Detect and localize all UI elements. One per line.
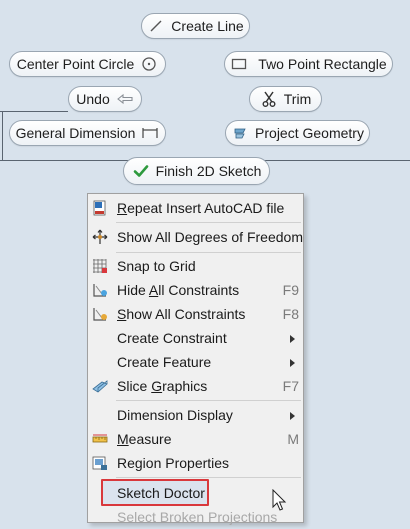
slice-graphics-icon xyxy=(92,378,108,394)
menu-label: Sketch Doctor xyxy=(117,485,205,501)
region-properties-icon xyxy=(92,455,108,471)
measure-ruler-icon xyxy=(92,431,108,447)
finish-2d-sketch-label: Finish 2D Sketch xyxy=(155,163,262,179)
submenu-arrow-icon xyxy=(290,359,295,367)
menu-separator xyxy=(116,252,301,253)
hide-constraints-icon xyxy=(92,282,108,298)
rectangle-icon xyxy=(230,55,248,73)
center-point-circle-label: Center Point Circle xyxy=(16,56,135,72)
general-dimension-button[interactable]: General Dimension xyxy=(9,120,166,146)
two-point-rectangle-label: Two Point Rectangle xyxy=(258,56,387,72)
menu-item-region-properties[interactable]: Region Properties xyxy=(88,451,303,475)
line-icon xyxy=(147,17,165,35)
degrees-of-freedom-icon xyxy=(92,229,108,245)
create-line-button[interactable]: Create Line xyxy=(141,13,250,39)
shortcut-label: F7 xyxy=(282,378,299,394)
scissors-icon xyxy=(260,90,278,108)
two-point-rectangle-button[interactable]: Two Point Rectangle xyxy=(224,51,393,77)
menu-label: Select Broken Projections xyxy=(117,509,278,525)
project-geometry-icon xyxy=(231,124,249,142)
create-line-label: Create Line xyxy=(171,18,244,34)
show-constraints-icon xyxy=(92,306,108,322)
menu-label: Region Properties xyxy=(117,455,230,471)
menu-separator xyxy=(116,477,301,478)
project-geometry-label: Project Geometry xyxy=(255,125,364,141)
undo-label: Undo xyxy=(76,91,110,107)
menu-item-repeat-insert-autocad[interactable]: Repeat Insert AutoCAD file xyxy=(88,196,303,220)
general-dimension-label: General Dimension xyxy=(15,125,136,141)
menu-label: Create Feature xyxy=(117,354,212,370)
shortcut-label: F8 xyxy=(282,306,299,322)
circle-icon xyxy=(140,55,158,73)
finish-2d-sketch-button[interactable]: Finish 2D Sketch xyxy=(123,157,270,185)
context-menu: Repeat Insert AutoCAD file Show All Degr… xyxy=(87,193,304,525)
submenu-arrow-icon xyxy=(290,412,295,420)
project-geometry-button[interactable]: Project Geometry xyxy=(225,120,370,146)
dwg-file-icon xyxy=(92,200,108,216)
undo-button[interactable]: Undo xyxy=(68,86,142,112)
menu-label: Dimension Display xyxy=(117,407,233,423)
menu-item-select-broken-projections[interactable]: Select Broken Projections xyxy=(88,505,303,529)
grid-icon xyxy=(92,258,108,274)
menu-item-dimension-display[interactable]: Dimension Display xyxy=(88,403,303,427)
menu-item-show-all-dof[interactable]: Show All Degrees of Freedom xyxy=(88,225,303,249)
trim-button[interactable]: Trim xyxy=(249,86,322,112)
shortcut-label: F9 xyxy=(282,282,299,298)
dimension-icon xyxy=(141,124,159,142)
menu-item-slice-graphics[interactable]: Slice Graphics F7 xyxy=(88,374,303,398)
menu-item-measure[interactable]: Measure M xyxy=(88,427,303,451)
menu-item-sketch-doctor[interactable]: Sketch Doctor xyxy=(88,481,303,505)
menu-label: Create Constraint xyxy=(117,330,227,346)
menu-label: Show All Degrees of Freedom xyxy=(117,229,303,245)
menu-item-show-all-constraints[interactable]: Show All Constraints F8 xyxy=(88,302,303,326)
menu-item-create-feature[interactable]: Create Feature xyxy=(88,350,303,374)
menu-label: Snap to Grid xyxy=(117,258,196,274)
menu-separator xyxy=(116,222,301,223)
menu-separator xyxy=(116,400,301,401)
submenu-arrow-icon xyxy=(290,335,295,343)
menu-item-create-constraint[interactable]: Create Constraint xyxy=(88,326,303,350)
shortcut-label: M xyxy=(287,431,299,447)
checkmark-icon xyxy=(132,162,150,180)
menu-item-snap-to-grid[interactable]: Snap to Grid xyxy=(88,254,303,278)
center-point-circle-button[interactable]: Center Point Circle xyxy=(9,51,166,77)
undo-arrow-icon xyxy=(116,90,134,108)
trim-label: Trim xyxy=(283,91,312,107)
sketch-line xyxy=(0,111,68,112)
menu-item-hide-all-constraints[interactable]: Hide All Constraints F9 xyxy=(88,278,303,302)
sketch-line xyxy=(2,111,3,161)
